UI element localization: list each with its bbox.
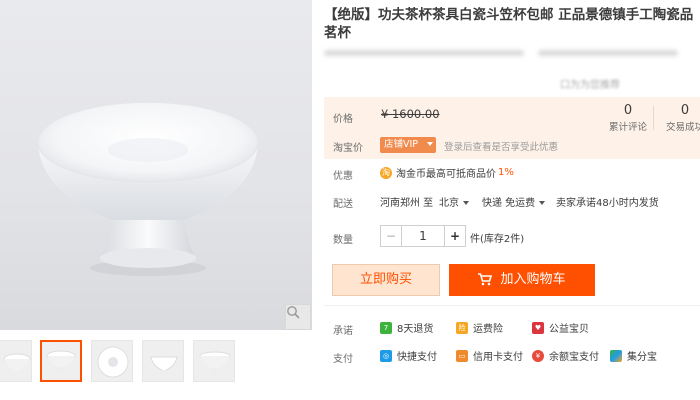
payment-credit-card[interactable]: ▭ 信用卡支付 (456, 348, 523, 363)
promise-8day-return[interactable]: 7 8天退货 (380, 320, 433, 335)
promise-item-label: 8天退货 (397, 324, 434, 335)
quantity-stepper: − 1 + (380, 225, 466, 247)
payment-item-label: 集分宝 (627, 352, 657, 363)
payment-jifenbao[interactable]: 集分宝 (610, 348, 657, 363)
blurred-notice: 口为为您推荐 (560, 80, 620, 91)
promise-charity[interactable]: ♥ 公益宝贝 (532, 320, 589, 335)
deals-label: 交易成功 (665, 122, 700, 133)
thumbnail-4[interactable] (142, 340, 184, 382)
zoom-button[interactable] (285, 304, 311, 330)
quantity-input[interactable]: 1 (402, 225, 444, 247)
chevron-down-icon (463, 201, 469, 205)
section-divider (324, 305, 700, 306)
promo-percent: 1% (498, 167, 514, 178)
cart-icon (478, 273, 493, 286)
ship-destination: 北京 (439, 198, 459, 209)
thumbnail-3[interactable] (91, 340, 133, 382)
add-to-cart-button[interactable]: 加入购物车 (449, 264, 595, 296)
quick-pay-icon: ◎ (380, 349, 392, 362)
quantity-label: 数量 (333, 235, 353, 246)
yuebao-icon: ¥ (532, 349, 544, 362)
thumbnail-2-active[interactable] (40, 340, 82, 382)
magnifier-icon (287, 306, 300, 319)
original-price: ¥ 1600.00 (381, 107, 440, 121)
ship-method: 快递 免运费 (482, 198, 536, 209)
chevron-down-icon (539, 201, 546, 205)
quantity-increase-button[interactable]: + (444, 225, 466, 247)
payment-item-label: 快捷支付 (397, 352, 437, 363)
promise-item-label: 运费险 (473, 324, 503, 335)
store-vip-label: 店铺VIP (384, 139, 419, 150)
charity-icon: ♥ (532, 321, 544, 334)
deals-stat: 0 交易成功 (655, 103, 700, 133)
thumbnail-5[interactable] (193, 340, 235, 382)
deals-count: 0 (680, 103, 690, 118)
promise-shipping-insurance[interactable]: 险 运费险 (456, 320, 503, 335)
ship-destination-select[interactable]: 北京 (439, 194, 469, 209)
jifenbao-icon (610, 349, 622, 362)
promo-label: 优惠 (333, 171, 353, 182)
thumbnail-strip (0, 340, 312, 386)
taojinbi-promo[interactable]: 淘 淘金币最高可抵商品价 1% (380, 165, 514, 180)
payment-quick-pay[interactable]: ◎ 快捷支付 (380, 348, 437, 363)
blurred-subtitle (324, 46, 700, 62)
product-title: 【绝版】功夫茶杯茶具白瓷斗笠杯包邮 正品景德镇手工陶瓷品茗杯 (324, 7, 694, 41)
reviews-label: 累计评论 (608, 122, 647, 133)
reviews-stat[interactable]: 0 累计评论 (598, 103, 658, 133)
payment-item-label: 信用卡支付 (473, 352, 523, 363)
chevron-down-icon (427, 142, 433, 146)
buy-now-button[interactable]: 立即购买 (332, 264, 440, 296)
return-8day-icon: 7 (380, 321, 392, 334)
reviews-count: 0 (623, 103, 633, 118)
stat-divider (653, 106, 654, 130)
login-discount-note[interactable]: 登录后查看是否享受此优惠 (444, 139, 558, 153)
main-product-image[interactable] (0, 0, 312, 330)
add-to-cart-label: 加入购物车 (500, 272, 566, 287)
quantity-decrease-button[interactable]: − (380, 225, 402, 247)
shipping-insurance-icon: 险 (456, 321, 468, 334)
promo-text: 淘金币最高可抵商品价 (396, 169, 496, 180)
promise-label: 承诺 (333, 326, 353, 337)
payment-item-label: 余额宝支付 (549, 352, 599, 363)
stock-info: 件(库存2件) (470, 234, 525, 245)
payment-yuebao[interactable]: ¥ 余额宝支付 (532, 348, 599, 363)
credit-card-icon: ▭ (456, 349, 468, 362)
taobao-price-label: 淘宝价 (333, 143, 363, 154)
ship-method-select[interactable]: 快递 免运费 (482, 194, 546, 209)
shipping-label: 配送 (333, 199, 353, 210)
white-cup-illustration (37, 101, 259, 276)
thumbnail-1[interactable] (0, 340, 32, 382)
promise-item-label: 公益宝贝 (549, 324, 589, 335)
payment-label: 支付 (333, 354, 353, 365)
price-label: 价格 (333, 114, 353, 125)
taojinbi-coin-icon: 淘 (380, 166, 392, 179)
store-vip-dropdown[interactable]: 店铺VIP (380, 137, 436, 153)
ship-promise: 卖家承诺48小时内发货 (556, 198, 659, 209)
ship-origin: 河南郑州 至 (380, 198, 434, 209)
